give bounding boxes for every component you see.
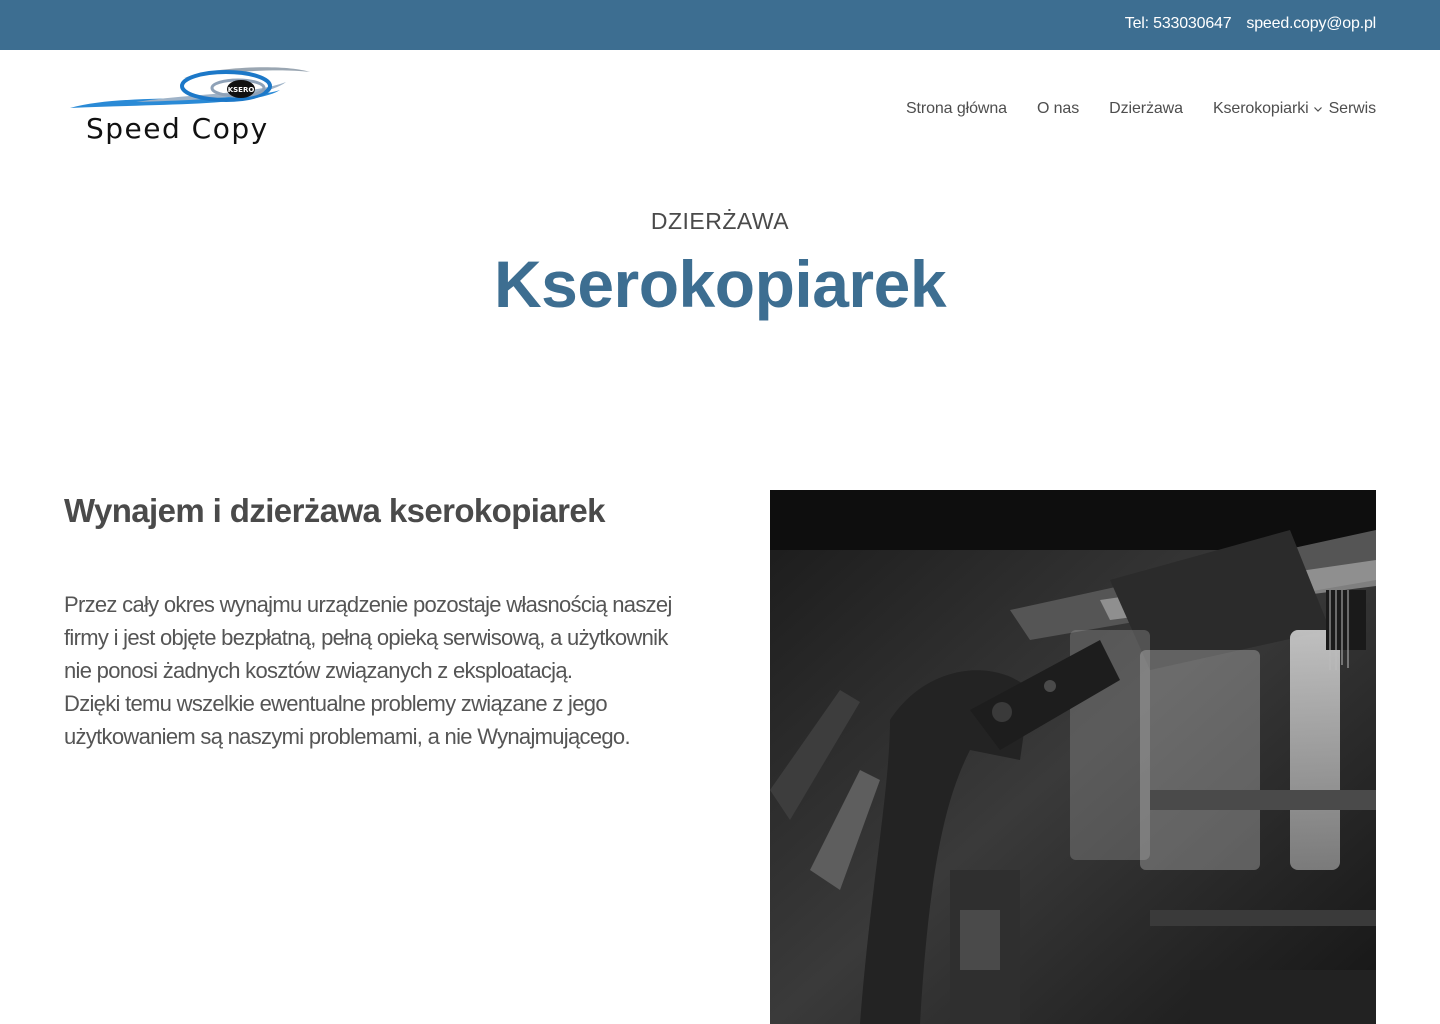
- section-heading: Wynajem i dzierżawa kserokopiarek: [64, 492, 605, 529]
- chevron-down-icon: [1313, 107, 1322, 112]
- main-navigation: Strona główna O nas Dzierżawa Kserokopia…: [906, 100, 1376, 118]
- hero-title: Kserokopiarek: [493, 247, 947, 321]
- logo-badge-text: KSERO: [228, 86, 255, 94]
- section-body: Przez cały okres wynajmu urządzenie pozo…: [64, 588, 674, 753]
- nav-item-home[interactable]: Strona główna: [906, 100, 1007, 118]
- nav-item-copiers-label: Kserokopiarki: [1212, 100, 1309, 117]
- phone-link[interactable]: Tel: 533030647: [1125, 15, 1232, 33]
- logo-brand-text: Speed Copy: [86, 112, 269, 145]
- nav-item-lease[interactable]: Dzierżawa: [1109, 100, 1183, 118]
- email-link[interactable]: speed.copy@op.pl: [1246, 15, 1376, 33]
- hero-subtitle: DZIERŻAWA: [650, 208, 790, 234]
- contact-info: Tel: 533030647 speed.copy@op.pl: [1125, 15, 1376, 33]
- nav-item-about[interactable]: O nas: [1037, 100, 1079, 118]
- section-paragraph-2: Dzięki temu wszelkie ewentualne problemy…: [64, 691, 631, 749]
- nav-item-service[interactable]: Serwis: [1329, 100, 1377, 118]
- site-logo[interactable]: KSERO Speed Copy: [66, 64, 316, 154]
- nav-item-copiers[interactable]: Kserokopiarki: [1213, 100, 1323, 118]
- top-contact-bar: Tel: 533030647 speed.copy@op.pl: [0, 0, 1440, 50]
- section-paragraph-1: Przez cały okres wynajmu urządzenie pozo…: [64, 592, 672, 683]
- copier-photo-image: [770, 490, 1376, 1024]
- copier-photo: [770, 490, 1376, 1024]
